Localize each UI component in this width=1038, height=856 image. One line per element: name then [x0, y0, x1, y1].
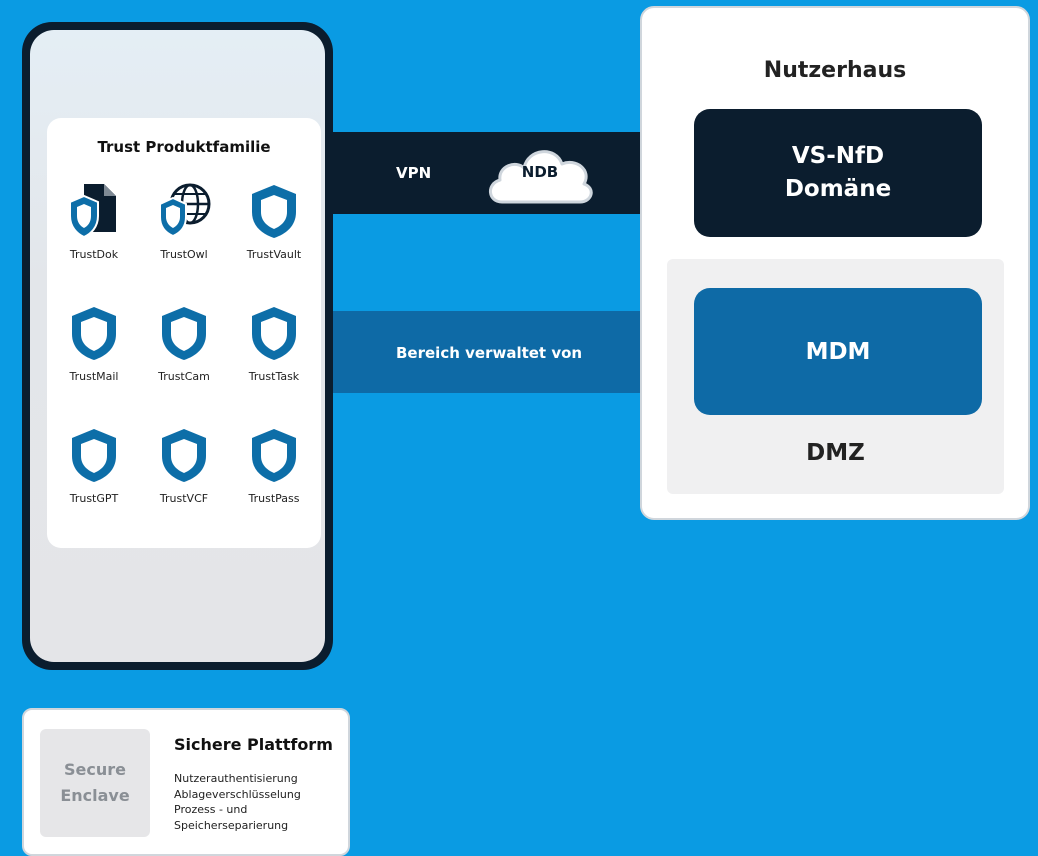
phone-screen: Trust Produktfamilie TrustDok TrustOwl T…: [30, 30, 325, 662]
app-label: TrustMail: [69, 370, 119, 383]
vpn-label: VPN: [396, 164, 432, 182]
app-trusttask[interactable]: TrustTask: [234, 302, 314, 383]
vs-nfd-label: VS-NfD: [791, 142, 885, 169]
domain-label: Domäne: [784, 176, 892, 202]
shield-icon: [72, 429, 116, 482]
app-label: TrustPass: [248, 492, 300, 505]
feature-item: Speicherseparierung: [174, 818, 289, 832]
app-label: TrustVault: [246, 248, 302, 261]
product-family-card: Trust Produktfamilie TrustDok TrustOwl T…: [47, 118, 321, 548]
cloud-label: NDB: [521, 163, 559, 181]
mdm-box: MDM: [694, 288, 982, 415]
feature-item: Ablageverschlüsselung: [174, 787, 301, 801]
secure-enclave-box: Secure Enclave: [40, 729, 150, 837]
shield-icon: [162, 429, 206, 482]
feature-item: Nutzerauthentisierung: [174, 772, 298, 785]
shield-document-icon: [69, 184, 116, 239]
app-trustmail[interactable]: TrustMail: [54, 302, 134, 383]
managed-by-label: Bereich verwaltet von: [396, 344, 583, 362]
app-trustcam[interactable]: TrustCam: [144, 302, 224, 383]
phone-frame: Trust Produktfamilie TrustDok TrustOwl T…: [22, 22, 333, 670]
shield-icon: [72, 307, 116, 360]
shield-icon: [252, 185, 296, 238]
shield-icon: [162, 307, 206, 360]
app-label: TrustVCF: [159, 492, 209, 505]
app-label: TrustDok: [69, 248, 119, 261]
dmz-label: DMZ: [806, 440, 865, 466]
mdm-label: MDM: [805, 338, 871, 365]
app-label: TrustTask: [248, 370, 300, 383]
platform-feature-list: Nutzerauthentisierung Ablageverschlüssel…: [174, 771, 301, 833]
app-trustdok[interactable]: TrustDok: [54, 180, 134, 261]
app-label: TrustGPT: [69, 492, 119, 505]
secure-platform-title: Sichere Plattform: [174, 735, 333, 754]
app-label: TrustOwl: [160, 248, 208, 261]
app-trustpass[interactable]: TrustPass: [234, 424, 314, 505]
shield-icon: [252, 429, 296, 482]
enclave-label-line1: Secure: [64, 760, 126, 780]
app-trustgpt[interactable]: TrustGPT: [54, 424, 134, 505]
app-trustvcf[interactable]: TrustVCF: [144, 424, 224, 505]
app-trustvault[interactable]: TrustVault: [234, 180, 314, 261]
shield-icon: [252, 307, 296, 360]
app-trustowl[interactable]: TrustOwl: [144, 180, 224, 261]
vs-nfd-domain-box: VS-NfD Domäne: [694, 109, 982, 237]
user-house-title: Nutzerhaus: [763, 58, 907, 83]
feature-item: Prozess - und: [174, 803, 248, 817]
enclave-label-line2: Enclave: [60, 786, 130, 805]
product-family-title: Trust Produktfamilie: [97, 138, 271, 156]
app-label: TrustCam: [158, 370, 210, 383]
shield-globe-icon: [159, 183, 211, 238]
